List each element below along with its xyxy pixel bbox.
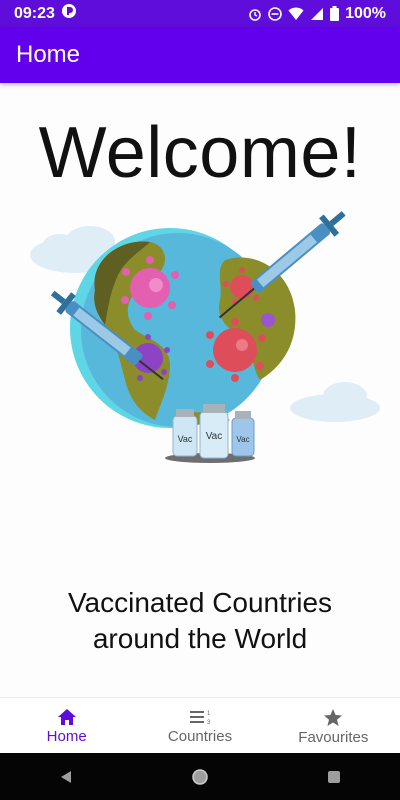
status-time: 09:23 (14, 4, 55, 22)
signal-icon (310, 7, 324, 21)
bottom-navigation: Home 1 3 Countries Favourites (0, 697, 400, 754)
recents-icon[interactable] (326, 769, 342, 785)
vial-label: Vac (178, 434, 193, 444)
subtitle-line-2: around the World (92, 623, 308, 654)
app-bar: Home (0, 27, 400, 83)
vaccination-globe-illustration: Vac Vac Vac (30, 211, 380, 463)
page-title: Home (16, 41, 81, 68)
notification-icon (61, 3, 77, 24)
system-navigation-bar (0, 753, 400, 800)
vial-label: Vac (206, 431, 223, 442)
alarm-icon (248, 7, 262, 21)
nav-label-home: Home (46, 728, 87, 745)
nav-item-home[interactable]: Home (0, 698, 133, 754)
nav-item-favourites[interactable]: Favourites (267, 698, 400, 754)
dnd-icon (268, 6, 282, 21)
vial-label: Vac (236, 435, 249, 444)
battery-icon (330, 6, 340, 21)
list-numbered-icon: 1 3 (189, 711, 211, 726)
vial-right: Vac (231, 411, 255, 457)
cloud-right (290, 382, 380, 422)
svg-text:3: 3 (207, 720, 211, 726)
back-icon[interactable] (58, 769, 74, 785)
svg-text:1: 1 (207, 711, 211, 717)
virus-purple-small (261, 313, 275, 327)
vial-left: Vac (172, 409, 198, 457)
subtitle-line-1: Vaccinated Countries (67, 587, 333, 618)
nav-label-favourites: Favourites (298, 729, 369, 746)
nav-item-countries[interactable]: 1 3 Countries (133, 698, 266, 754)
star-icon (324, 709, 343, 726)
home-icon (57, 709, 76, 725)
home-circle-icon[interactable] (191, 768, 209, 786)
wifi-icon (288, 7, 304, 21)
status-bar: 09:23 100% (0, 0, 400, 27)
battery-percent: 100% (345, 4, 386, 22)
vial-center: Vac (199, 404, 229, 459)
nav-label-countries: Countries (167, 728, 233, 745)
subtitle: Vaccinated Countries around the World (0, 585, 400, 657)
